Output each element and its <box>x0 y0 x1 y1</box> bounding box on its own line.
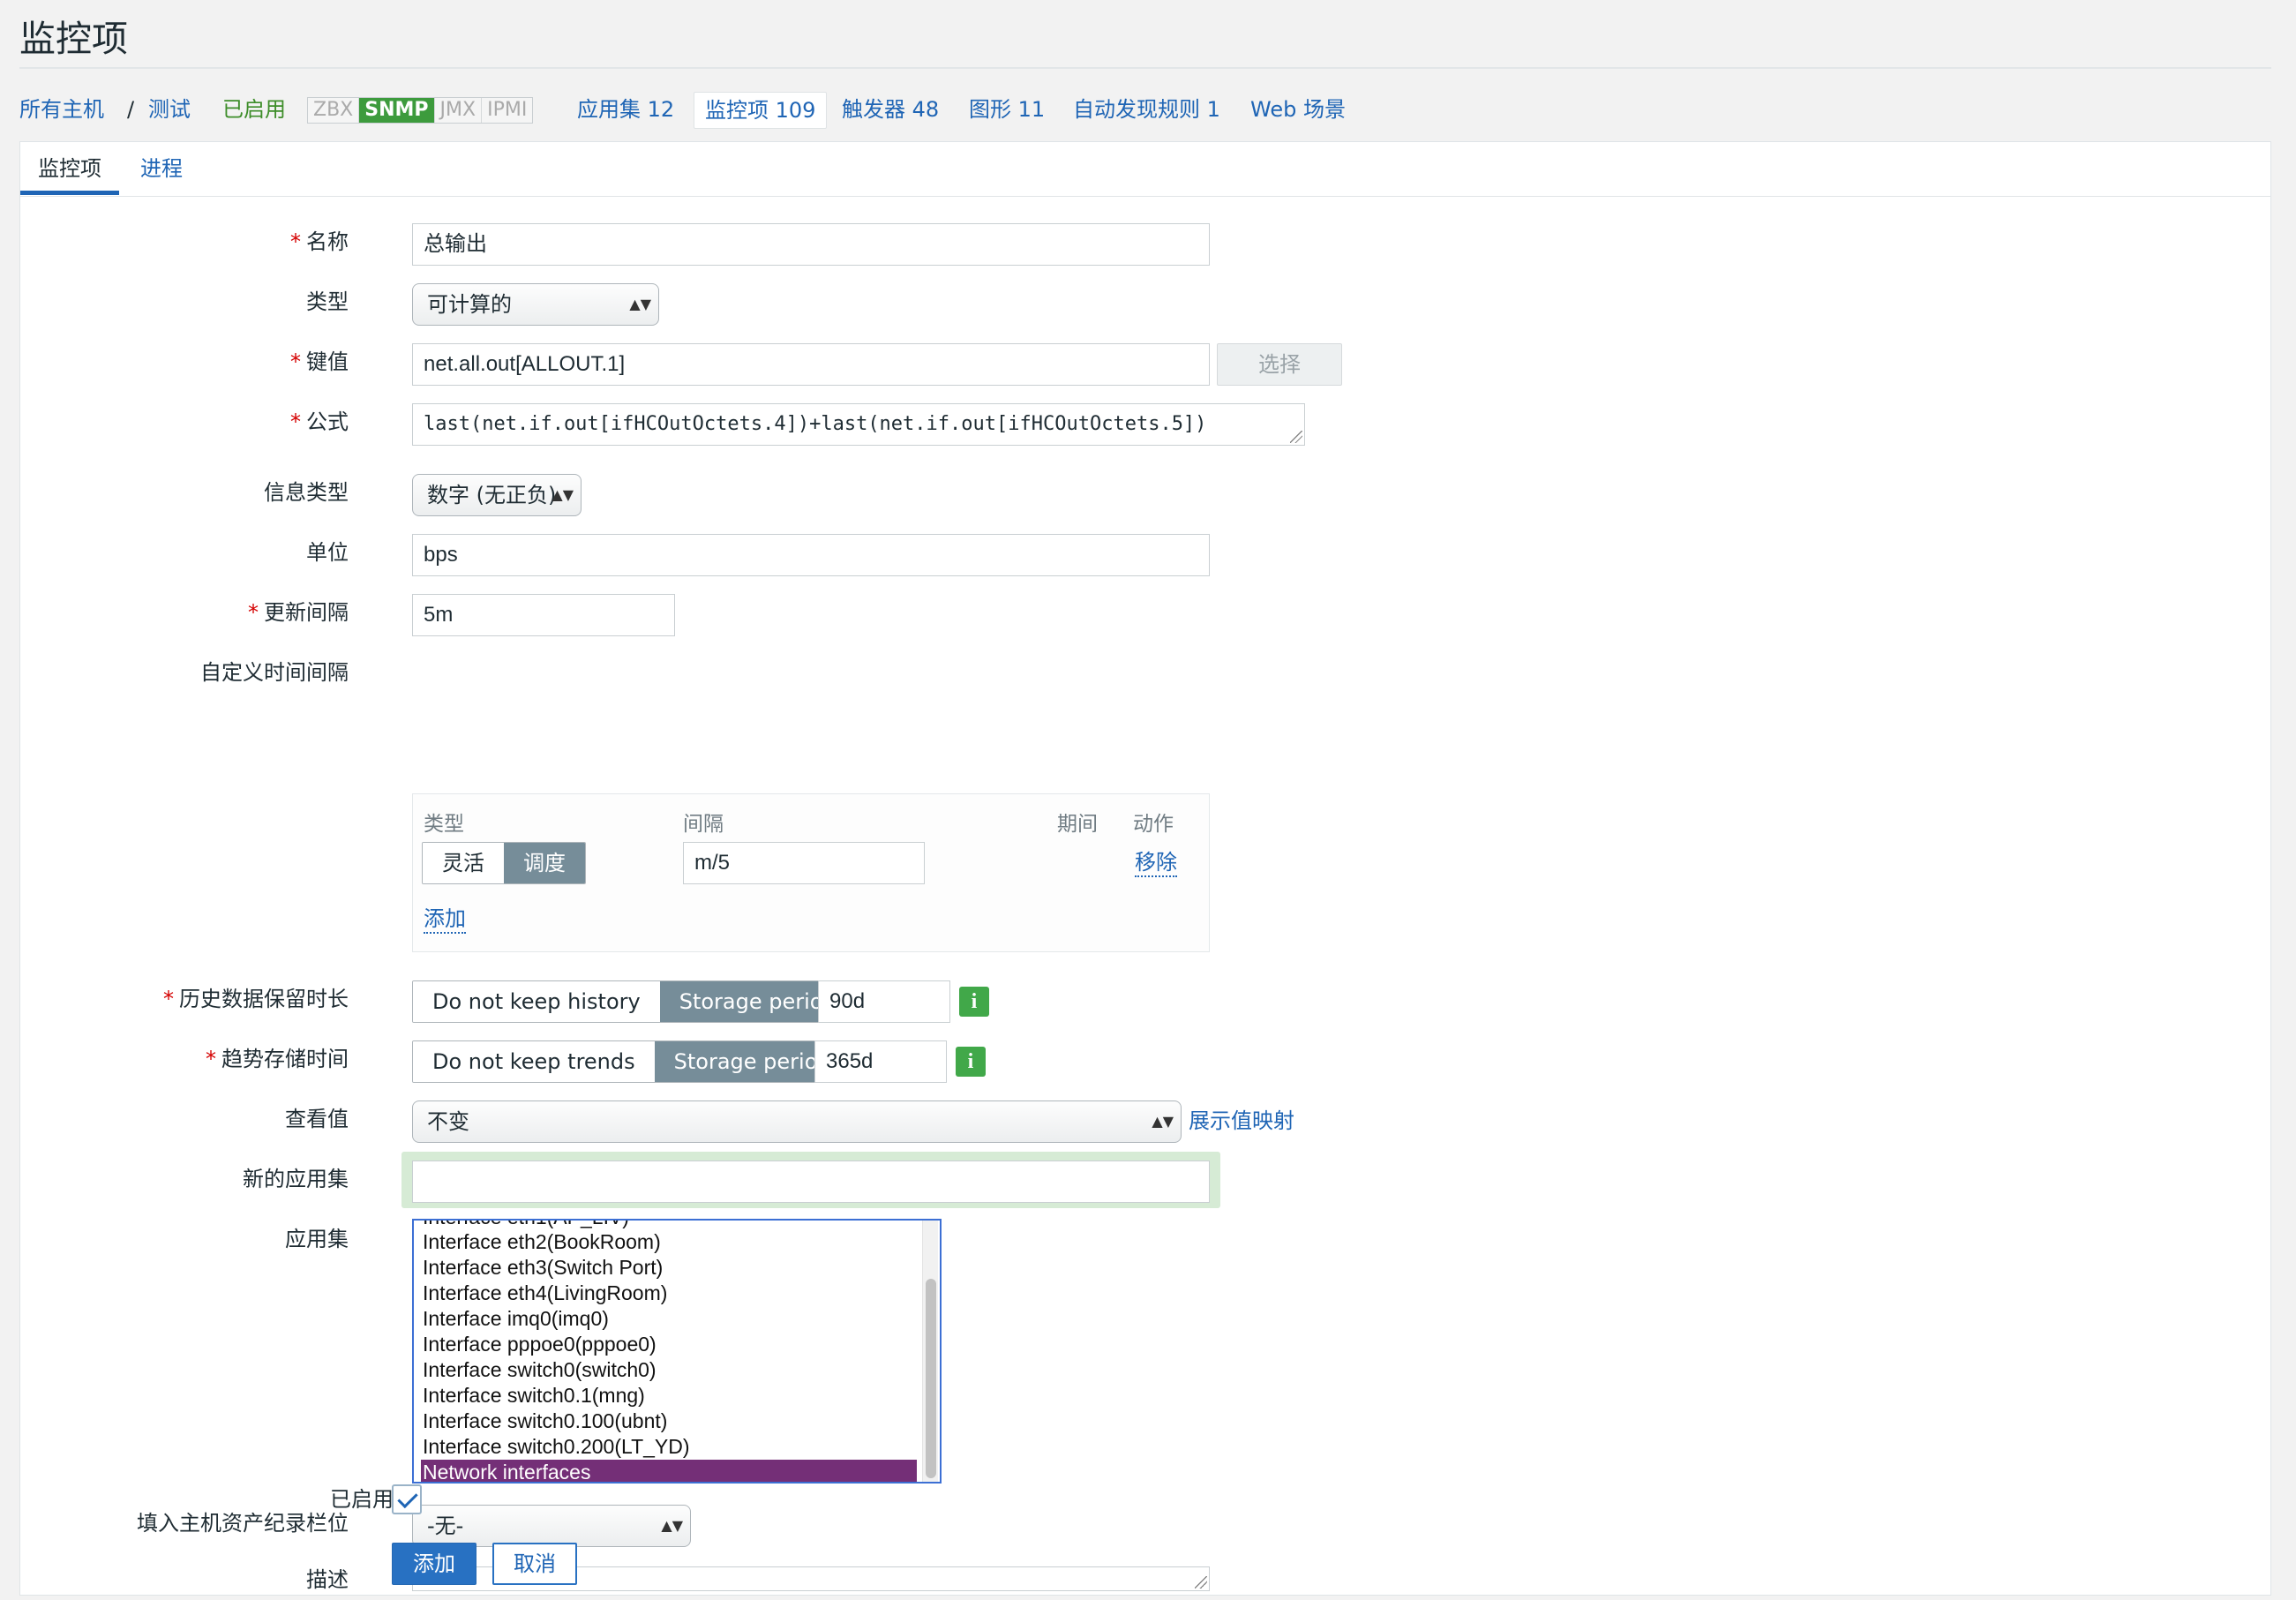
interval-type-toggle: 灵活 调度 <box>422 842 586 884</box>
show-value-select[interactable]: 不变 ▲▼ <box>412 1100 1182 1143</box>
list-item[interactable]: Interface switch0(switch0) <box>423 1357 657 1382</box>
key-label: * 键值 <box>290 349 349 374</box>
breadcrumb-host[interactable]: 测试 <box>148 92 191 127</box>
key-select-button[interactable]: 选择 <box>1217 343 1342 386</box>
flexible-option[interactable]: 灵活 <box>423 843 504 883</box>
enabled-label: 已启用 <box>330 1487 394 1512</box>
list-item[interactable]: Interface eth1(AP_LIV) <box>423 1221 629 1229</box>
name-label: * 名称 <box>290 229 349 254</box>
trends-label: * 趋势存储时间 <box>206 1047 349 1071</box>
inventory-select[interactable]: -无- ▲▼ <box>412 1505 691 1547</box>
type-label: 类型 <box>306 289 349 314</box>
scheduling-option[interactable]: 调度 <box>504 843 585 883</box>
select-arrows-icon: ▲▼ <box>629 296 651 312</box>
applications-label: 应用集 <box>285 1227 349 1251</box>
form-tabs: 监控项 进程 <box>20 142 2270 197</box>
select-arrows-icon: ▲▼ <box>661 1517 683 1534</box>
zbx-badge: ZBX <box>308 98 360 123</box>
interval-value-input[interactable]: m/5 <box>683 842 925 884</box>
scrollbar-thumb[interactable] <box>926 1279 936 1478</box>
col-action-header: 动作 <box>1133 813 1174 836</box>
add-button[interactable]: 添加 <box>392 1543 476 1585</box>
nav-web-scenarios[interactable]: Web 场景 <box>1250 92 1346 127</box>
title-divider <box>19 67 2271 69</box>
page: 监控项 所有主机 / 测试 已启用 ZBX SNMP JMX IPMI 应用集 … <box>0 0 2296 1596</box>
list-item[interactable]: Interface eth3(Switch Port) <box>423 1255 663 1280</box>
applications-listbox[interactable]: Interface eth1(AP_LIV) Interface eth2(Bo… <box>412 1219 942 1484</box>
list-item[interactable]: Interface eth4(LivingRoom) <box>423 1281 667 1305</box>
trends-period-input[interactable]: 365d <box>814 1040 947 1083</box>
custom-intervals-box: 类型 间隔 期间 动作 灵活 调度 m/5 移除 添加 <box>412 793 1210 952</box>
list-item[interactable]: Interface imq0(imq0) <box>423 1306 609 1331</box>
resize-handle-icon[interactable] <box>1195 1576 1207 1589</box>
show-value-label: 查看值 <box>285 1107 349 1131</box>
cancel-button[interactable]: 取消 <box>492 1543 577 1585</box>
select-arrows-icon: ▲▼ <box>1152 1113 1174 1130</box>
enabled-checkbox[interactable] <box>392 1484 422 1514</box>
units-label: 单位 <box>306 540 349 565</box>
listbox-scrollbar[interactable] <box>922 1221 938 1482</box>
breadcrumb-all-hosts[interactable]: 所有主机 <box>19 92 104 127</box>
list-item[interactable]: Interface switch0.100(ubnt) <box>423 1408 667 1433</box>
custom-intervals-label: 自定义时间间隔 <box>200 660 349 685</box>
new-application-input[interactable] <box>412 1161 1210 1203</box>
units-input[interactable]: bps <box>412 534 1210 576</box>
host-status-enabled[interactable]: 已启用 <box>222 92 286 127</box>
breadcrumb-separator: / <box>127 97 135 122</box>
formula-label: * 公式 <box>290 409 349 434</box>
nav-triggers[interactable]: 触发器 48 <box>842 92 939 127</box>
col-period-header: 期间 <box>1057 813 1098 836</box>
ipmi-badge: IPMI <box>487 99 528 121</box>
col-interval-header: 间隔 <box>683 813 724 836</box>
info-type-select[interactable]: 数字 (无正负) ▲▼ <box>412 474 582 516</box>
page-title: 监控项 <box>19 18 128 60</box>
resize-handle-icon[interactable] <box>1290 431 1302 443</box>
history-mode-toggle: Do not keep history Storage period <box>412 980 857 1023</box>
info-icon[interactable]: i <box>956 1047 986 1077</box>
list-item[interactable]: Interface switch0.200(LT_YD) <box>423 1434 690 1459</box>
info-icon[interactable]: i <box>959 987 989 1017</box>
jmx-badge: JMX <box>435 98 483 123</box>
nav-items[interactable]: 监控项 109 <box>694 92 828 129</box>
update-interval-label: * 更新间隔 <box>248 600 349 625</box>
formula-textarea[interactable]: last(net.if.out[ifHCOutOctets.4])+last(n… <box>412 403 1305 446</box>
col-type-header: 类型 <box>424 813 464 836</box>
update-interval-input[interactable]: 5m <box>412 594 675 636</box>
key-input[interactable]: net.all.out[ALLOUT.1] <box>412 343 1210 386</box>
trends-mode-toggle: Do not keep trends Storage period <box>412 1040 852 1083</box>
tab-process[interactable]: 进程 <box>140 151 183 186</box>
list-item-selected[interactable]: Network interfaces <box>421 1460 917 1482</box>
name-input[interactable]: 总输出 <box>412 223 1210 266</box>
add-interval-link[interactable]: 添加 <box>424 905 466 934</box>
list-item[interactable]: Interface eth2(BookRoom) <box>423 1229 661 1254</box>
nav-discovery-rules[interactable]: 自动发现规则 1 <box>1073 92 1220 127</box>
new-application-label: 新的应用集 <box>243 1167 349 1191</box>
select-arrows-icon: ▲▼ <box>551 486 574 503</box>
history-period-input[interactable]: 90d <box>818 980 950 1023</box>
tab-item[interactable]: 监控项 <box>20 151 119 195</box>
value-mapping-link[interactable]: 展示值映射 <box>1189 1100 1294 1141</box>
nav-applications[interactable]: 应用集 12 <box>577 92 674 127</box>
do-not-keep-history-option[interactable]: Do not keep history <box>413 981 660 1022</box>
do-not-keep-trends-option[interactable]: Do not keep trends <box>413 1041 655 1082</box>
history-label: * 历史数据保留时长 <box>163 987 349 1011</box>
description-label: 描述 <box>306 1567 349 1592</box>
inventory-label: 填入主机资产纪录栏位 <box>137 1511 349 1536</box>
item-form-panel: 监控项 进程 * 名称 总输出 类型 可计算的 ▲▼ * 键值 net.all.out… <box>19 141 2271 1596</box>
type-select[interactable]: 可计算的 ▲▼ <box>412 283 659 326</box>
info-type-label: 信息类型 <box>264 480 349 505</box>
remove-interval-link[interactable]: 移除 <box>1135 849 1177 877</box>
snmp-badge: SNMP <box>359 98 435 123</box>
list-item[interactable]: Interface switch0.1(mng) <box>423 1383 645 1408</box>
list-item[interactable]: Interface pppoe0(pppoe0) <box>423 1332 657 1356</box>
nav-graphs[interactable]: 图形 11 <box>969 92 1045 127</box>
availability-badges: ZBX SNMP JMX IPMI <box>307 97 534 124</box>
